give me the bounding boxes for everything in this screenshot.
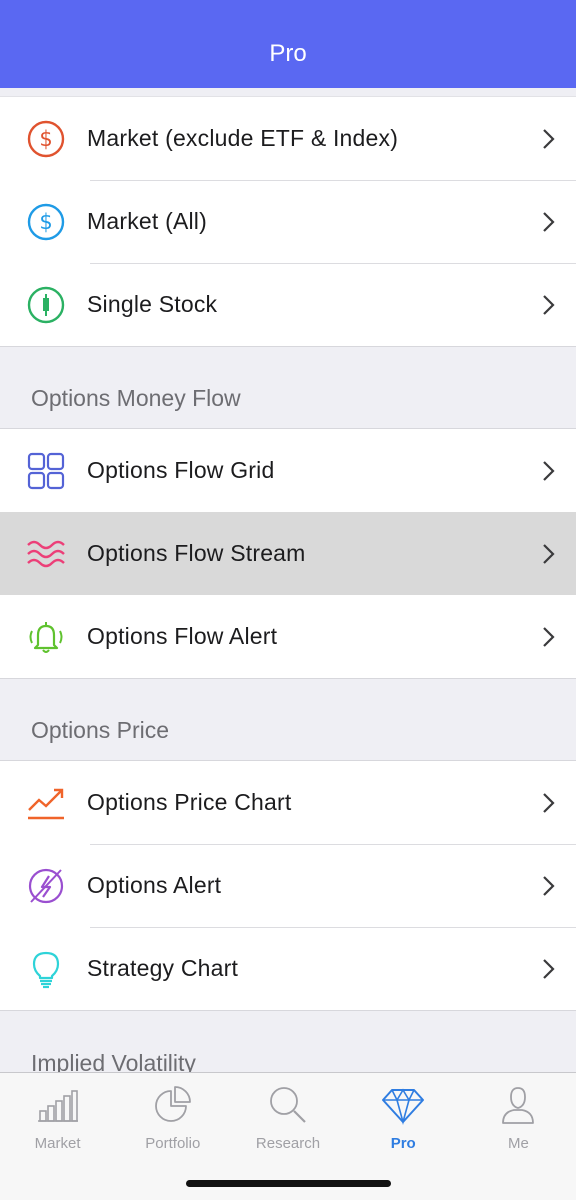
menu-item-options-price-chart[interactable]: Options Price Chart (0, 761, 576, 844)
section-header-implied-volatility: Implied Volatility (0, 1011, 576, 1072)
menu-item-label: Market (exclude ETF & Index) (87, 125, 399, 151)
tab-label: Research (255, 1135, 321, 1152)
tab-bar: Market Portfolio Research Pro Me (0, 1072, 576, 1200)
menu-item-options-flow-alert[interactable]: Options Flow Alert (0, 595, 576, 678)
section-header-options-price: Options Price (0, 679, 576, 761)
page-title: Pro (269, 40, 307, 67)
tab-market[interactable]: Market (0, 1073, 115, 1163)
bar-chart-icon (36, 1083, 80, 1127)
section-title: Options Price (31, 717, 170, 743)
navigation-bar: Pro (0, 0, 576, 88)
menu-item-options-flow-grid[interactable]: Options Flow Grid (0, 429, 576, 512)
chevron-right-icon (540, 791, 556, 815)
menu-item-single-stock[interactable]: Single Stock (0, 263, 576, 346)
svg-text:$: $ (39, 127, 52, 151)
chevron-right-icon (540, 874, 556, 898)
screen: Pro $ Market (exclude ETF & Index) $ Mar… (0, 0, 576, 1200)
chevron-right-icon (540, 957, 556, 981)
tab-label: Market (34, 1135, 81, 1152)
menu-item-label: Options Flow Grid (87, 457, 275, 483)
chevron-right-icon (540, 625, 556, 649)
chevron-right-icon (540, 293, 556, 317)
diamond-icon (381, 1083, 425, 1127)
menu-item-label: Strategy Chart (87, 955, 239, 981)
options-price-group: Options Price Chart Options Alert Strate… (0, 761, 576, 1011)
tab-pro[interactable]: Pro (346, 1073, 461, 1163)
options-money-flow-group: Options Flow Grid Options Flow Stream Op… (0, 429, 576, 679)
search-icon (266, 1083, 310, 1127)
lightbulb-icon (26, 949, 66, 989)
dollar-circle-icon: $ (26, 119, 66, 159)
pie-chart-icon (151, 1083, 195, 1127)
lightning-circle-icon (26, 866, 66, 906)
menu-item-label: Options Price Chart (87, 789, 292, 815)
menu-item-label: Options Alert (87, 872, 222, 898)
tab-portfolio[interactable]: Portfolio (115, 1073, 230, 1163)
person-icon (496, 1083, 540, 1127)
menu-item-options-alert[interactable]: Options Alert (0, 844, 576, 927)
tab-me[interactable]: Me (461, 1073, 576, 1163)
market-group: $ Market (exclude ETF & Index) $ Market … (0, 96, 576, 347)
menu-item-market-exclude-etf[interactable]: $ Market (exclude ETF & Index) (0, 96, 576, 180)
chevron-right-icon (540, 459, 556, 483)
svg-text:$: $ (39, 210, 52, 234)
menu-item-strategy-chart[interactable]: Strategy Chart (0, 927, 576, 1010)
menu-item-market-all[interactable]: $ Market (All) (0, 180, 576, 263)
menu-item-label: Market (All) (87, 208, 207, 234)
tab-label: Portfolio (145, 1135, 201, 1152)
menu-item-label: Single Stock (87, 291, 218, 317)
chevron-right-icon (540, 542, 556, 566)
tab-label: Pro (390, 1135, 416, 1152)
chevron-right-icon (540, 210, 556, 234)
waves-icon (26, 534, 66, 574)
tab-label: Me (507, 1135, 529, 1152)
menu-item-options-flow-stream[interactable]: Options Flow Stream (0, 512, 576, 595)
chevron-right-icon (540, 127, 556, 151)
bell-ringing-icon (26, 617, 66, 657)
home-indicator[interactable] (186, 1180, 391, 1187)
trend-up-icon (26, 783, 66, 823)
section-header-options-money-flow: Options Money Flow (0, 347, 576, 429)
pro-menu-list[interactable]: $ Market (exclude ETF & Index) $ Market … (0, 88, 576, 1072)
candlestick-circle-icon (26, 285, 66, 325)
grid-icon (26, 451, 66, 491)
section-title: Options Money Flow (31, 385, 241, 411)
menu-item-label: Options Flow Alert (87, 623, 278, 649)
menu-item-label: Options Flow Stream (87, 540, 306, 566)
tab-research[interactable]: Research (230, 1073, 345, 1163)
section-title: Implied Volatility (31, 1050, 196, 1072)
dollar-circle-icon: $ (26, 202, 66, 242)
